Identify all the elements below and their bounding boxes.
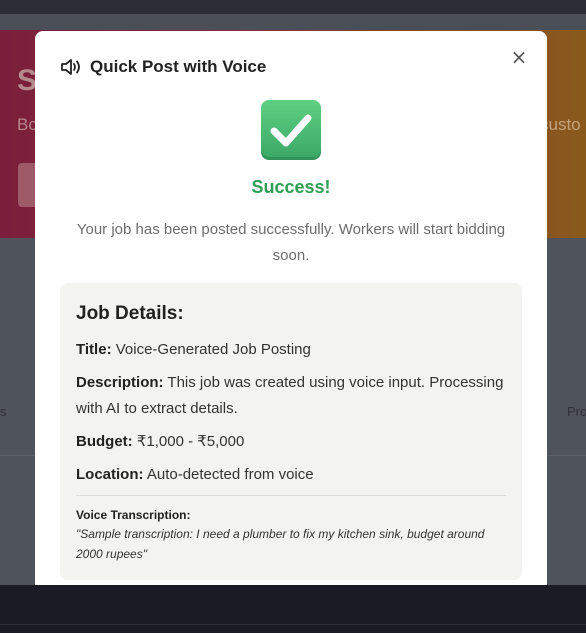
background-row-text: s — [0, 404, 7, 419]
speaker-icon — [60, 58, 82, 76]
job-budget-value: ₹1,000 - ₹5,000 — [136, 433, 245, 450]
details-divider — [76, 495, 506, 496]
check-mark-icon — [261, 100, 321, 160]
background-row-text-right: Pro — [567, 404, 586, 419]
job-location-row: Location: Auto-detected from voice — [76, 462, 506, 488]
job-title-label: Title: — [76, 341, 112, 358]
voice-transcription-text: "Sample transcription: I need a plumber … — [76, 527, 485, 561]
job-location-label: Location: — [76, 466, 144, 483]
job-description-row: Description: This job was created using … — [76, 370, 506, 422]
job-budget-label: Budget: — [76, 433, 133, 450]
voice-transcription-label: Voice Transcription: — [76, 508, 191, 522]
job-details-heading: Job Details: — [76, 303, 184, 324]
success-message: Your job has been posted successfully. W… — [76, 221, 506, 264]
job-description-label: Description: — [76, 374, 164, 391]
job-title-row: Title: Voice-Generated Job Posting — [76, 337, 506, 363]
background-footer — [0, 585, 586, 633]
background-top-bar — [0, 0, 586, 14]
success-title: Success! — [251, 177, 331, 197]
close-button[interactable]: × — [509, 47, 529, 67]
background-footer-divider — [0, 624, 586, 625]
job-details-panel: Job Details: Title: Voice-Generated Job … — [60, 283, 522, 580]
modal-header: Quick Post with Voice — [60, 57, 266, 77]
background-hero-title: S — [17, 64, 38, 97]
job-location-value: Auto-detected from voice — [146, 466, 314, 483]
job-budget-row: Budget: ₹1,000 - ₹5,000 — [76, 429, 506, 455]
modal-title: Quick Post with Voice — [90, 57, 267, 76]
job-title-value: Voice-Generated Job Posting — [115, 341, 311, 358]
quick-post-voice-modal: Quick Post with Voice × Success! Your jo… — [35, 31, 547, 585]
